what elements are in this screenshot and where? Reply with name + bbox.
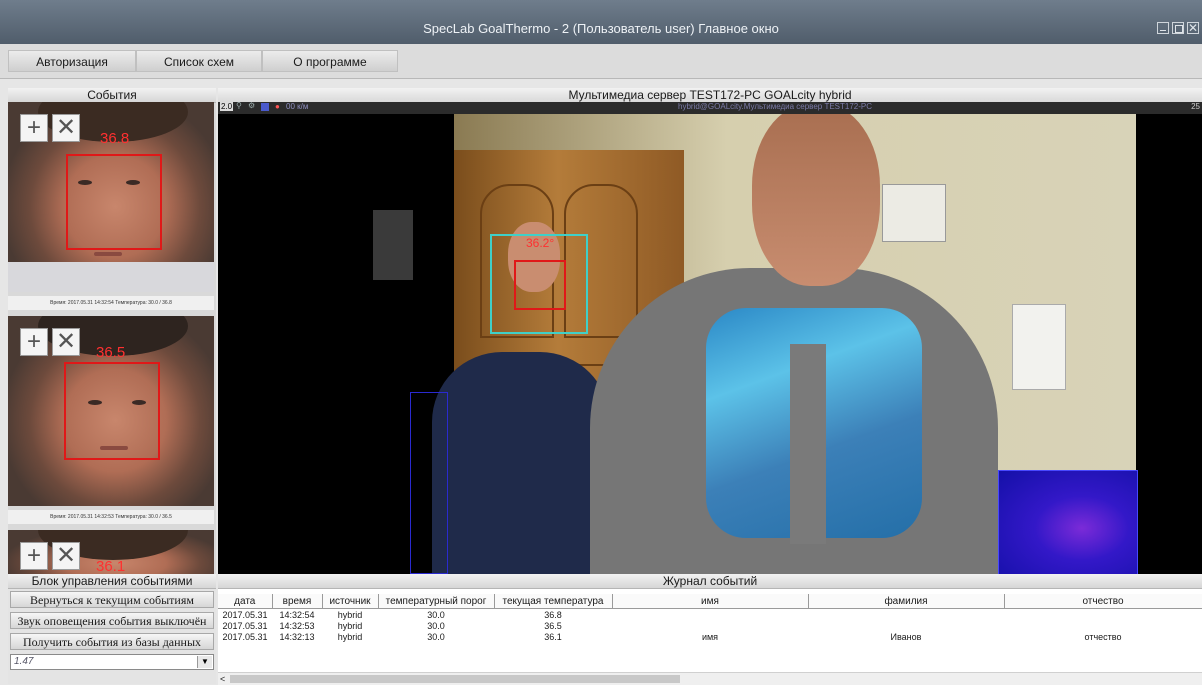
table-cell: 36.1 bbox=[544, 631, 562, 642]
table-cell: 30.0 bbox=[427, 631, 445, 642]
maximize-icon[interactable] bbox=[1172, 22, 1184, 34]
search-icon[interactable]: ⚲ bbox=[236, 101, 242, 110]
table-cell: 30.0 bbox=[427, 620, 445, 631]
motion-box bbox=[410, 392, 448, 574]
column-header[interactable]: дата bbox=[218, 594, 273, 609]
events-panel-title: События bbox=[8, 88, 216, 103]
event-log-table: дата время источник температурный порог теку… bbox=[218, 594, 1202, 642]
table-cell: hybrid bbox=[337, 620, 363, 631]
face-temperature: 36.2° bbox=[526, 236, 555, 250]
menu-authorization[interactable]: Авторизация bbox=[8, 50, 136, 72]
column-header[interactable]: имя bbox=[612, 594, 809, 609]
video-frame: 36.2° bbox=[218, 114, 1202, 574]
table-row[interactable]: 2017.05.31 14:32:54 hybrid 30.0 36.8 bbox=[218, 609, 1202, 621]
table-cell bbox=[808, 609, 1004, 621]
log-panel-title: Журнал событий bbox=[218, 574, 1202, 589]
settings-icon[interactable]: ⚙ bbox=[248, 101, 255, 110]
column-header[interactable]: отчество bbox=[1004, 594, 1202, 609]
events-panel: События + ✕ 36.8 Время: 2017.05.31 14:32… bbox=[8, 88, 216, 574]
video-panel-title: Мультимедиа сервер TEST172-PC GOALcity h… bbox=[218, 88, 1202, 103]
video-panel: Мультимедиа сервер TEST172-PC GOALcity h… bbox=[218, 88, 1202, 574]
face-temperature-box bbox=[514, 260, 566, 310]
window-title: SpecLab GoalThermo - 2 (Пользователь use… bbox=[423, 21, 779, 36]
scrollbar-thumb[interactable] bbox=[230, 675, 680, 683]
column-header[interactable]: фамилия bbox=[808, 594, 1005, 609]
column-header[interactable]: текущая температура bbox=[494, 594, 613, 609]
column-header[interactable]: время bbox=[272, 594, 323, 609]
table-cell: имя bbox=[701, 631, 719, 642]
event-caption: Время: 2017.05.31 14:32:53 Температура: … bbox=[8, 510, 214, 524]
table-cell bbox=[1004, 609, 1202, 621]
window-title-bar: SpecLab GoalThermo - 2 (Пользователь use… bbox=[0, 0, 1202, 44]
add-icon[interactable]: + bbox=[20, 542, 48, 570]
control-panel-title: Блок управления событиями bbox=[8, 574, 216, 589]
menu-about[interactable]: О программе bbox=[262, 50, 398, 72]
speed-readout: 00 к/м bbox=[286, 102, 309, 111]
table-cell bbox=[808, 620, 1004, 631]
version-select[interactable]: 1.47 ▼ bbox=[10, 654, 214, 670]
table-cell: отчество bbox=[1084, 631, 1122, 642]
menu-bar: Авторизация Список схем О программе bbox=[0, 44, 1202, 79]
video-toolbar: 2.0 ⚲ ⚙ ● 00 к/м hybrid@GOALcity.Мультим… bbox=[218, 101, 1202, 114]
table-cell: 2017.05.31 bbox=[222, 631, 268, 642]
table-row[interactable]: 2017.05.31 14:32:53 hybrid 30.0 36.5 bbox=[218, 620, 1202, 631]
delete-icon[interactable]: ✕ bbox=[52, 542, 80, 570]
save-icon[interactable] bbox=[261, 103, 269, 111]
wall-sign bbox=[373, 210, 413, 280]
menu-schemes-list[interactable]: Список схем bbox=[136, 50, 262, 72]
return-to-current-button[interactable]: Вернуться к текущим событиям bbox=[10, 591, 214, 608]
sound-toggle-button[interactable]: Звук оповещения события выключён bbox=[10, 612, 214, 629]
event-card[interactable]: + ✕ 36.1 bbox=[8, 530, 214, 574]
table-cell: 30.0 bbox=[427, 609, 445, 620]
notice-paper bbox=[1012, 304, 1066, 390]
frame-number: 25 bbox=[1191, 102, 1200, 111]
load-from-database-button[interactable]: Получить события из базы данных bbox=[10, 633, 214, 650]
event-temperature: 36.1 bbox=[96, 558, 126, 574]
table-cell: 36.5 bbox=[544, 620, 562, 631]
zoom-level[interactable]: 2.0 bbox=[220, 102, 234, 111]
scroll-left-arrow[interactable]: < bbox=[220, 673, 225, 685]
stream-label: hybrid@GOALcity.Мультимедиа сервер TEST1… bbox=[678, 102, 873, 111]
table-cell: 36.8 bbox=[544, 609, 562, 620]
table-cell: Иванов bbox=[890, 631, 922, 642]
table-cell: hybrid bbox=[337, 631, 363, 642]
table-cell bbox=[612, 620, 808, 631]
event-control-panel: Блок управления событиями Вернуться к те… bbox=[8, 574, 216, 684]
chevron-down-icon[interactable]: ▼ bbox=[197, 656, 212, 668]
event-temperature: 36.8 bbox=[100, 130, 130, 147]
add-icon[interactable]: + bbox=[20, 114, 48, 142]
face-detection-box bbox=[66, 154, 162, 250]
event-card[interactable]: + ✕ 36.5 Время: 2017.05.31 14:32:53 Темп… bbox=[8, 316, 214, 530]
table-cell: 14:32:53 bbox=[279, 620, 315, 631]
table-cell bbox=[1004, 620, 1202, 631]
face-detection-box bbox=[64, 362, 160, 460]
add-icon[interactable]: + bbox=[20, 328, 48, 356]
delete-icon[interactable]: ✕ bbox=[52, 328, 80, 356]
close-icon[interactable]: ✕ bbox=[1187, 22, 1199, 34]
table-header-row: дата время источник температурный порог теку… bbox=[218, 594, 1202, 609]
column-header[interactable]: источник bbox=[322, 594, 379, 609]
table-cell: 2017.05.31 bbox=[222, 620, 268, 631]
electrical-box bbox=[882, 184, 946, 242]
person-background bbox=[432, 352, 610, 574]
table-cell: 14:32:13 bbox=[279, 631, 315, 642]
horizontal-scrollbar[interactable]: < bbox=[218, 672, 1202, 685]
minimize-icon[interactable] bbox=[1157, 22, 1169, 34]
table-row[interactable]: 2017.05.31 14:32:13 hybrid 30.0 36.1 имя Ивано… bbox=[218, 631, 1202, 642]
table-cell: 14:32:54 bbox=[279, 609, 315, 620]
event-caption: Время: 2017.05.31 14:32:54 Температура: … bbox=[8, 296, 214, 310]
version-select-value: 1.47 bbox=[14, 656, 34, 667]
thermal-inset bbox=[998, 470, 1138, 574]
event-temperature: 36.5 bbox=[96, 344, 126, 361]
record-icon[interactable]: ● bbox=[275, 102, 280, 111]
event-log-panel: Журнал событий дата время источник температ… bbox=[218, 574, 1202, 685]
delete-icon[interactable]: ✕ bbox=[52, 114, 80, 142]
column-header[interactable]: температурный порог bbox=[378, 594, 495, 609]
table-cell bbox=[612, 609, 808, 621]
event-card[interactable]: + ✕ 36.8 Время: 2017.05.31 14:32:54 Темп… bbox=[8, 102, 214, 316]
table-cell: 2017.05.31 bbox=[222, 609, 268, 620]
table-cell: hybrid bbox=[337, 609, 363, 620]
